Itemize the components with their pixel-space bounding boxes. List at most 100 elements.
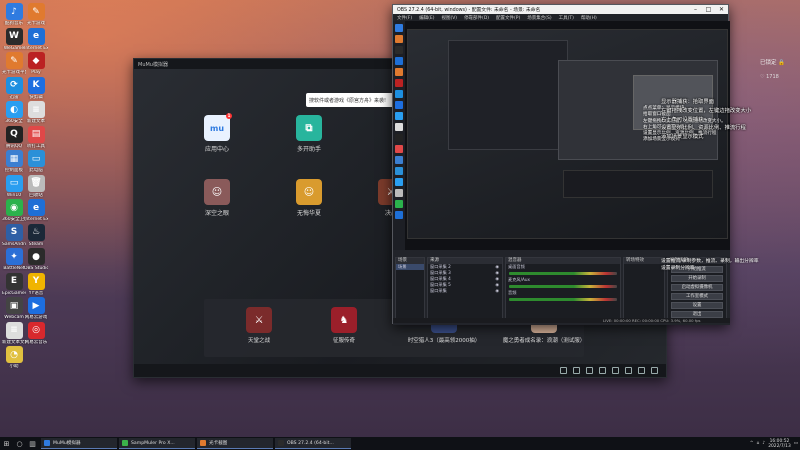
- emulator-app[interactable]: mu 1 应用中心: [192, 113, 242, 153]
- obs-control-button[interactable]: 开始录制: [671, 275, 723, 282]
- desktop-icon-label: 快剪辑: [29, 94, 43, 100]
- desktop-icon[interactable]: ▭ Win10: [2, 174, 26, 198]
- eye-icon[interactable]: ◉: [495, 288, 499, 294]
- volume-icon[interactable]: ♪: [762, 441, 765, 446]
- volume-meter[interactable]: [509, 272, 617, 275]
- obs-menu-item[interactable]: 视图(V): [441, 15, 457, 21]
- emulator-app[interactable]: ☺ 无悔华夏: [284, 179, 334, 217]
- close-icon[interactable]: ✕: [715, 5, 728, 14]
- nav-recent-icon[interactable]: [586, 367, 593, 374]
- scene-item[interactable]: 场景: [396, 264, 424, 270]
- desktop-icon[interactable]: K 快剪辑: [24, 76, 48, 100]
- desktop-icon[interactable]: 🗑 回收站: [24, 174, 48, 198]
- desktop-icon[interactable]: E EpicGames: [2, 272, 26, 296]
- source-item[interactable]: 窗口采集 ◉: [428, 288, 502, 294]
- desktop-icon[interactable]: ✎光卡游戏平台: [2, 52, 26, 75]
- desktop-icon-label: YY语音: [28, 290, 44, 296]
- desktop-icon[interactable]: ✦ BattleNet: [2, 248, 26, 271]
- obs-menu-item[interactable]: 配置文件(P): [496, 15, 520, 21]
- desktop-icon[interactable]: eInternet Explorer: [24, 27, 48, 51]
- volume-meter[interactable]: [509, 285, 617, 288]
- dock-game[interactable]: ♞ 征服传奇: [299, 307, 389, 344]
- nav-home-icon[interactable]: [573, 367, 580, 374]
- desktop-icon[interactable]: ▭ 此电脑: [24, 150, 48, 173]
- desktop-icon-label: Webcam: [4, 315, 24, 320]
- obs-menu-item[interactable]: 帮助(H): [581, 15, 597, 21]
- task-view-icon[interactable]: ▥: [26, 437, 39, 450]
- desktop-icon[interactable]: ◆ Play: [24, 52, 48, 75]
- network-icon[interactable]: ⌂: [756, 441, 759, 446]
- desktop-icon[interactable]: ⟳ 迅雷: [2, 76, 26, 100]
- mini-desktop-icon: [395, 112, 403, 120]
- desktop-app-icon: K: [27, 76, 45, 94]
- nav-more-icon[interactable]: [651, 367, 658, 374]
- taskbar-app-button[interactable]: MuMu模拟器: [41, 438, 117, 449]
- desktop-icon[interactable]: Y YY语音: [24, 272, 48, 296]
- desktop-icon[interactable]: ✎ 光卡游戏: [24, 3, 48, 26]
- desktop-icon-label: 360安全: [5, 119, 23, 124]
- app-icon: mu 1: [204, 113, 232, 141]
- desktop-app-icon: ✦: [5, 248, 23, 265]
- nav-keyboard-icon[interactable]: [625, 367, 632, 374]
- desktop-icon[interactable]: ◐ 360安全: [2, 101, 26, 124]
- nav-back-icon[interactable]: [560, 367, 567, 374]
- game-label: 天堂之战: [247, 338, 270, 344]
- desktop-app-icon: e: [27, 27, 45, 45]
- obs-control-button[interactable]: 退出: [671, 311, 723, 318]
- emulator-search-placeholder: 搜软件或者游戏《原宫方舟》来袭!: [309, 97, 387, 104]
- desktop-icon[interactable]: ◔ 小助: [2, 346, 26, 369]
- taskbar-app-button[interactable]: OBS 27.2.4 (64-bit...: [275, 438, 351, 449]
- desktop-icon[interactable]: Q 腾讯QQ: [2, 125, 26, 149]
- obs-menu-item[interactable]: 编辑(E): [419, 15, 434, 21]
- obs-titlebar[interactable]: OBS 27.2.4 (64-bit, windows) - 配置文件: 未命名…: [393, 5, 728, 14]
- desktop-icon-label: 腾讯QQ: [5, 143, 23, 149]
- obs-menu-item[interactable]: 工具(T): [559, 15, 574, 21]
- emulator-app[interactable]: ☺ 深空之眼: [192, 179, 242, 217]
- obs-menu-item[interactable]: 停靠部件(D): [464, 15, 489, 21]
- minimize-icon[interactable]: –: [689, 5, 702, 14]
- taskbar-app-button[interactable]: SampMuler Pro X...: [119, 438, 195, 449]
- desktop-icon[interactable]: ▤ 听打工具: [24, 125, 48, 149]
- obs-transitions-panel: 转场特效: [623, 257, 665, 319]
- nav-fullscreen-icon[interactable]: [638, 367, 645, 374]
- notification-icon[interactable]: ▭: [794, 441, 798, 446]
- obs-window[interactable]: OBS 27.2.4 (64-bit, windows) - 配置文件: 未命名…: [392, 4, 730, 325]
- desktop-icon[interactable]: ▶ 网易云游戏: [24, 297, 48, 320]
- nav-screenshot-icon[interactable]: [612, 367, 619, 374]
- desktop-icon[interactable]: ◉ 360安全卫士: [2, 199, 26, 222]
- maximize-icon[interactable]: □: [702, 5, 715, 14]
- obs-control-button[interactable]: 工作室模式: [671, 293, 723, 300]
- desktop-icon[interactable]: eInternet Explorer: [24, 199, 48, 222]
- volume-meter[interactable]: [509, 298, 617, 301]
- desktop-icon[interactable]: ● OBS Studio: [24, 248, 48, 271]
- desktop-icon[interactable]: ≡新建文本文档: [2, 321, 26, 345]
- source-label: 窗口采集: [430, 288, 447, 293]
- emulator-search-input[interactable]: 搜软件或者游戏《原宫方舟》来袭!: [306, 93, 401, 107]
- search-icon[interactable]: ○: [13, 437, 26, 450]
- obs-title: OBS 27.2.4 (64-bit, windows) - 配置文件: 未命名…: [397, 8, 541, 13]
- desktop-icon-label: 此电脑: [29, 168, 43, 173]
- desktop-icon[interactable]: ♪ 酷狗音乐: [2, 3, 26, 26]
- desktop-icon[interactable]: ♨ Steam: [24, 223, 48, 247]
- notification-badge: 1: [226, 113, 232, 119]
- obs-control-button[interactable]: 设置: [671, 302, 723, 309]
- emulator-app[interactable]: ⧉ 多开助手: [284, 115, 334, 153]
- obs-control-button[interactable]: 启动虚拟摄像机: [671, 284, 723, 291]
- taskbar-app-button[interactable]: 光卡截图: [197, 438, 273, 449]
- desktop-icon[interactable]: ◎ 网易云音乐: [24, 321, 48, 345]
- desktop-icon[interactable]: SSamsAndroid: [2, 223, 26, 247]
- nav-volume-icon[interactable]: [599, 367, 606, 374]
- clock[interactable]: 16:00:52 2022/7/13: [768, 439, 791, 449]
- desktop-icon[interactable]: W WeGame: [2, 27, 26, 51]
- tray-chevron-icon[interactable]: ^: [750, 441, 754, 446]
- desktop-icon[interactable]: ▦ 控制面板: [2, 150, 26, 173]
- obs-mixer-panel: 混音器 桌面音频 麦克风/Aux 音频: [505, 257, 621, 319]
- obs-menu-item[interactable]: 文件(F): [397, 15, 412, 21]
- start-menu-icon[interactable]: ⊞: [0, 437, 13, 450]
- desktop-icon[interactable]: ≡ 新建文本: [24, 101, 48, 124]
- dock-game[interactable]: ⚔ 天堂之战: [214, 307, 304, 344]
- desktop-app-icon: 🗑: [27, 174, 45, 192]
- taskbar-app-label: 光卡截图: [209, 441, 228, 446]
- desktop-icon[interactable]: ▣ Webcam: [2, 297, 26, 320]
- obs-menu-item[interactable]: 场景集合(S): [527, 15, 551, 21]
